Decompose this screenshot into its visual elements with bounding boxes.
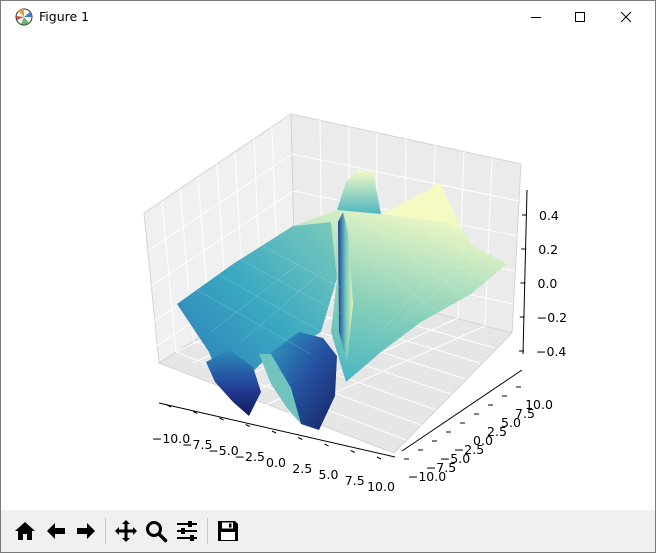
minimize-icon — [531, 16, 541, 18]
x-axis-tick-mark — [350, 450, 355, 453]
home-icon — [15, 522, 35, 540]
x-axis-tick-label: 5.0 — [319, 467, 339, 482]
configure-subplots-button[interactable] — [173, 517, 201, 545]
close-icon — [620, 11, 632, 22]
back-button[interactable] — [42, 517, 70, 545]
z-axis-tick-label: −0.2 — [537, 310, 567, 325]
x-axis-tick-mark — [245, 424, 250, 427]
navigation-toolbar — [1, 510, 655, 552]
x-axis-tick-label: 10.0 — [367, 479, 395, 494]
x-axis-tick-mark — [298, 437, 303, 440]
x-axis-tick-mark — [324, 443, 329, 447]
close-button[interactable] — [603, 1, 649, 32]
figure-canvas[interactable]: −10.0 −7.5 −5.0 −2.5 0.0 2.5 5.0 7.5 10.0 −10.0−… — [1, 32, 655, 510]
magnifier-icon — [146, 521, 168, 543]
x-axis-tick-label: −2.5 — [235, 449, 265, 464]
x-axis-tick-mark — [271, 430, 277, 434]
x-axis-tick-mark — [376, 456, 382, 460]
matplotlib-logo-icon — [15, 8, 33, 26]
surface-plot[interactable]: −10.0−7.5−5.0−2.5 0.0 2.5 5.0 7.5 10.0 −10.0−… — [1, 32, 655, 510]
save-button[interactable] — [214, 517, 242, 545]
zoom-button[interactable] — [142, 517, 170, 545]
x-axis-tick-label: 7.5 — [345, 473, 365, 488]
arrow-right-icon — [77, 523, 95, 539]
x-axis-tick-mark — [219, 417, 224, 421]
arrow-left-icon — [47, 523, 65, 539]
toolbar-separator — [207, 518, 208, 544]
z-axis-tick-label: 0.0 — [538, 276, 558, 291]
z-axis-tick-label: 0.4 — [539, 208, 559, 223]
minimize-button[interactable] — [513, 1, 559, 32]
y-axis-tick-label: 10.0 — [525, 397, 553, 412]
pan-button[interactable] — [112, 517, 140, 545]
title-bar[interactable]: Figure 1 — [1, 1, 655, 32]
maximize-icon — [575, 11, 585, 22]
move-icon — [115, 520, 137, 542]
figure-window: Figure 1 −10.0 −7.5 −5.0 −2.5 0.0 2.5 5.… — [0, 0, 656, 553]
z-axis-tick-label: −0.4 — [536, 344, 566, 359]
window-title: Figure 1 — [39, 9, 90, 24]
x-axis-tick-label: 2.5 — [292, 461, 312, 476]
forward-button[interactable] — [72, 517, 100, 545]
z-axis-tick-label: 0.2 — [538, 242, 558, 257]
home-button[interactable] — [11, 517, 39, 545]
x-axis-tick-label: 0.0 — [266, 455, 286, 470]
toolbar-separator — [105, 518, 106, 544]
floppy-disk-icon — [218, 521, 238, 541]
maximize-button[interactable] — [557, 1, 603, 32]
sliders-icon — [177, 521, 197, 541]
